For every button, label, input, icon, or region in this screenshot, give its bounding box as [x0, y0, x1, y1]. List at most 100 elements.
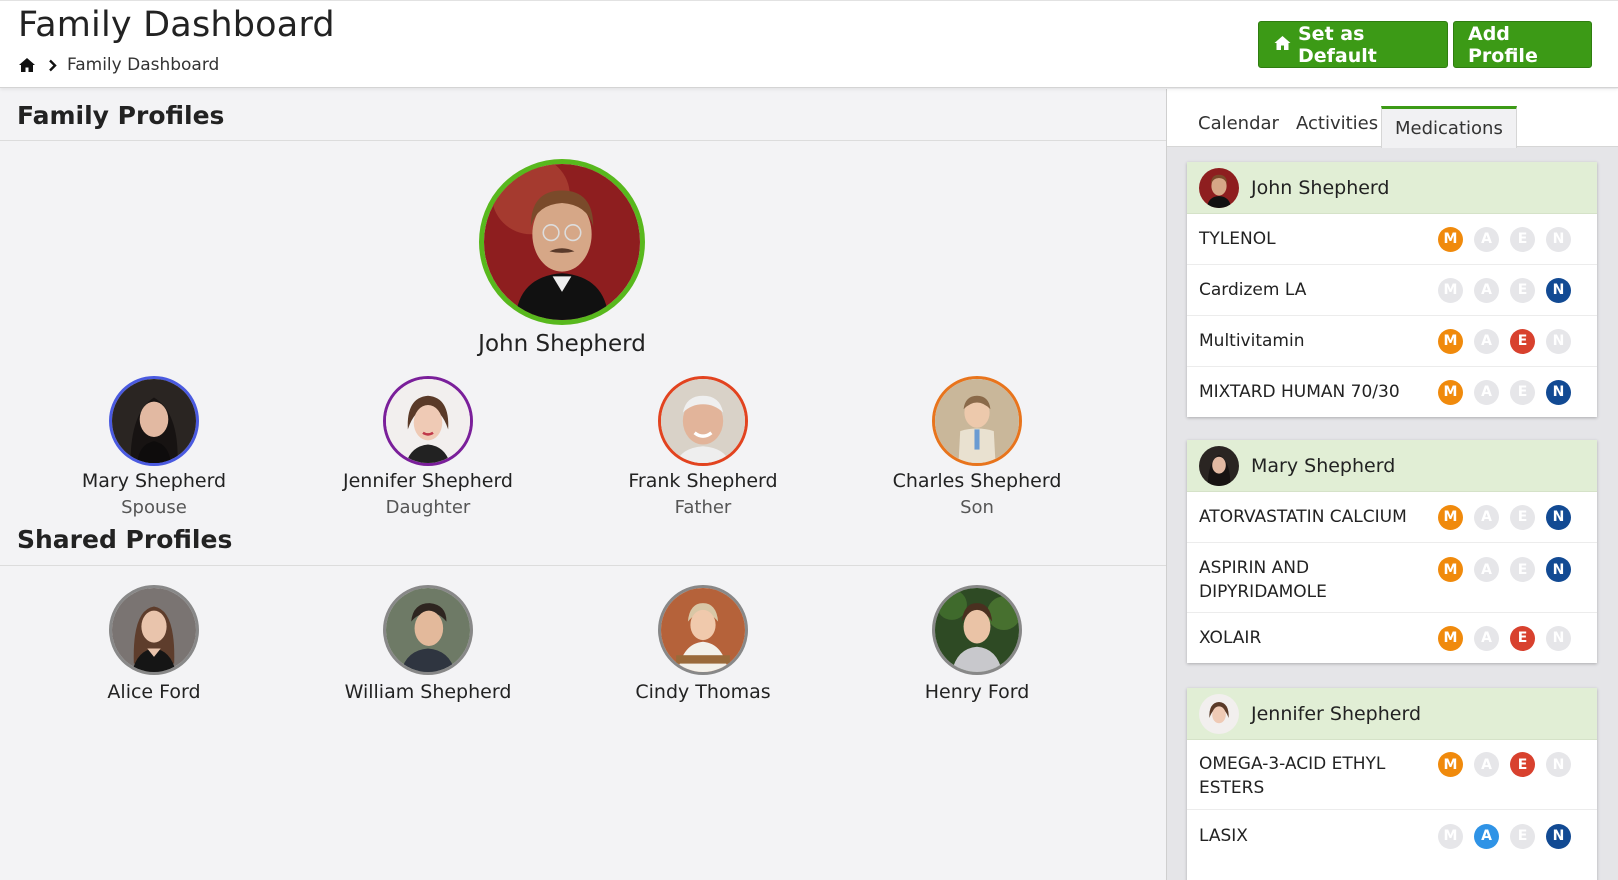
shared-profile-card[interactable]: Cindy Thomas: [573, 585, 833, 703]
dose-afternoon-indicator[interactable]: A: [1474, 277, 1499, 303]
set-as-default-button[interactable]: Set as Default: [1258, 21, 1448, 68]
dose-afternoon-indicator[interactable]: A: [1474, 823, 1499, 849]
medication-name: LASIX: [1199, 826, 1248, 846]
dose-morning-indicator[interactable]: M: [1438, 752, 1463, 777]
avatar[interactable]: [932, 585, 1022, 675]
profiles-pane: Family Profiles John Shepherd Mary Sheph…: [0, 89, 1166, 880]
tab-bar: Calendar Activities Medications: [1167, 89, 1618, 148]
dose-morning-indicator[interactable]: M: [1438, 823, 1463, 849]
medication-name: OMEGA-3-ACID ETHYL ESTERS: [1199, 754, 1386, 798]
dose-evening-indicator[interactable]: E: [1510, 226, 1535, 252]
medications-pane: Calendar Activities Medications John She…: [1166, 89, 1618, 880]
medication-row[interactable]: OMEGA-3-ACID ETHYL ESTERS MAEN: [1187, 740, 1597, 810]
medication-row[interactable]: TYLENOL MAEN: [1187, 214, 1597, 265]
medication-card-header[interactable]: Mary Shepherd: [1187, 440, 1597, 492]
page-title: Family Dashboard: [18, 5, 335, 45]
profile-card-main[interactable]: John Shepherd: [432, 159, 692, 357]
medication-row[interactable]: Multivitamin MAEN: [1187, 316, 1597, 367]
chevron-right-icon: [48, 59, 57, 72]
dose-schedule: MAEN: [1438, 823, 1582, 849]
profile-name: Frank Shepherd: [628, 470, 778, 492]
medication-card: Mary Shepherd ATORVASTATIN CALCIUM MAEN …: [1187, 440, 1597, 663]
dose-night-indicator[interactable]: N: [1546, 226, 1571, 252]
dose-afternoon-indicator[interactable]: A: [1474, 226, 1499, 252]
shared-profile-card[interactable]: William Shepherd: [298, 585, 558, 703]
avatar[interactable]: [658, 376, 748, 466]
medication-card: John Shepherd TYLENOL MAEN Cardizem LA M…: [1187, 162, 1597, 417]
shared-profile-card[interactable]: Henry Ford: [847, 585, 1107, 703]
medication-row[interactable]: Cardizem LA MAEN: [1187, 265, 1597, 316]
dose-schedule: MAEN: [1438, 625, 1582, 651]
medication-name: Cardizem LA: [1199, 280, 1307, 300]
dose-morning-indicator[interactable]: M: [1438, 557, 1463, 582]
divider: [0, 565, 1166, 566]
medication-row[interactable]: ASPIRIN AND DIPYRIDAMOLE MAEN: [1187, 543, 1597, 613]
profile-name: William Shepherd: [344, 681, 512, 703]
medication-row[interactable]: MIXTARD HUMAN 70/30 MAEN: [1187, 367, 1597, 417]
dose-night-indicator[interactable]: N: [1546, 277, 1571, 303]
dose-night-indicator[interactable]: N: [1546, 557, 1571, 582]
profile-card-father[interactable]: Frank Shepherd Father: [573, 376, 833, 518]
dose-evening-indicator[interactable]: E: [1510, 823, 1535, 849]
dose-morning-indicator[interactable]: M: [1438, 379, 1463, 405]
medication-row[interactable]: XOLAIR MAEN: [1187, 613, 1597, 663]
profile-card-spouse[interactable]: Mary Shepherd Spouse: [24, 376, 284, 518]
medication-person-name: Mary Shepherd: [1251, 454, 1396, 477]
avatar[interactable]: [109, 585, 199, 675]
medication-row[interactable]: LASIX MAEN: [1187, 810, 1597, 862]
dose-afternoon-indicator[interactable]: A: [1474, 625, 1499, 651]
dose-evening-indicator[interactable]: E: [1510, 504, 1535, 530]
dose-evening-indicator[interactable]: E: [1510, 625, 1535, 651]
avatar[interactable]: [383, 376, 473, 466]
tab-calendar[interactable]: Calendar: [1198, 113, 1279, 134]
avatar[interactable]: [932, 376, 1022, 466]
medication-card-header[interactable]: John Shepherd: [1187, 162, 1597, 214]
profile-name: John Shepherd: [478, 331, 646, 357]
dose-afternoon-indicator[interactable]: A: [1474, 328, 1499, 354]
profile-role: Son: [960, 497, 994, 518]
avatar[interactable]: [479, 159, 645, 325]
dose-evening-indicator[interactable]: E: [1510, 277, 1535, 303]
avatar[interactable]: [109, 376, 199, 466]
profile-name: Mary Shepherd: [81, 470, 227, 492]
profile-name: Charles Shepherd: [892, 470, 1062, 492]
dose-night-indicator[interactable]: N: [1546, 625, 1571, 651]
medication-row[interactable]: ATORVASTATIN CALCIUM MAEN: [1187, 492, 1597, 543]
profile-role: Spouse: [121, 497, 187, 518]
profile-name: Alice Ford: [107, 681, 201, 703]
dose-evening-indicator[interactable]: E: [1510, 752, 1535, 777]
dose-afternoon-indicator[interactable]: A: [1474, 504, 1499, 530]
avatar: [1199, 167, 1239, 208]
profile-name: Cindy Thomas: [635, 681, 771, 703]
profile-card-daughter[interactable]: Jennifer Shepherd Daughter: [298, 376, 558, 518]
set-as-default-label: Set as Default: [1298, 22, 1377, 67]
dose-morning-indicator[interactable]: M: [1438, 277, 1463, 303]
dose-afternoon-indicator[interactable]: A: [1474, 557, 1499, 582]
medication-card-header[interactable]: Jennifer Shepherd: [1187, 688, 1597, 740]
tab-activities[interactable]: Activities: [1296, 113, 1378, 134]
dose-morning-indicator[interactable]: M: [1438, 226, 1463, 252]
dose-evening-indicator[interactable]: E: [1510, 379, 1535, 405]
dose-night-indicator[interactable]: N: [1546, 379, 1571, 405]
dose-evening-indicator[interactable]: E: [1510, 328, 1535, 354]
dose-morning-indicator[interactable]: M: [1438, 328, 1463, 354]
dose-evening-indicator[interactable]: E: [1510, 557, 1535, 582]
home-icon[interactable]: [18, 57, 36, 73]
profile-card-son[interactable]: Charles Shepherd Son: [847, 376, 1107, 518]
shared-profile-card[interactable]: Alice Ford: [24, 585, 284, 703]
dose-night-indicator[interactable]: N: [1546, 823, 1571, 849]
dose-afternoon-indicator[interactable]: A: [1474, 379, 1499, 405]
dose-night-indicator[interactable]: N: [1546, 504, 1571, 530]
dose-schedule: MAEN: [1438, 557, 1582, 582]
add-profile-button[interactable]: Add Profile: [1453, 21, 1592, 68]
avatar: [1199, 445, 1239, 486]
divider: [0, 140, 1166, 141]
dose-afternoon-indicator[interactable]: A: [1474, 752, 1499, 777]
dose-morning-indicator[interactable]: M: [1438, 625, 1463, 651]
tab-medications[interactable]: Medications: [1381, 106, 1517, 148]
avatar[interactable]: [658, 585, 748, 675]
dose-morning-indicator[interactable]: M: [1438, 504, 1463, 530]
dose-night-indicator[interactable]: N: [1546, 328, 1571, 354]
dose-night-indicator[interactable]: N: [1546, 752, 1571, 777]
avatar[interactable]: [383, 585, 473, 675]
